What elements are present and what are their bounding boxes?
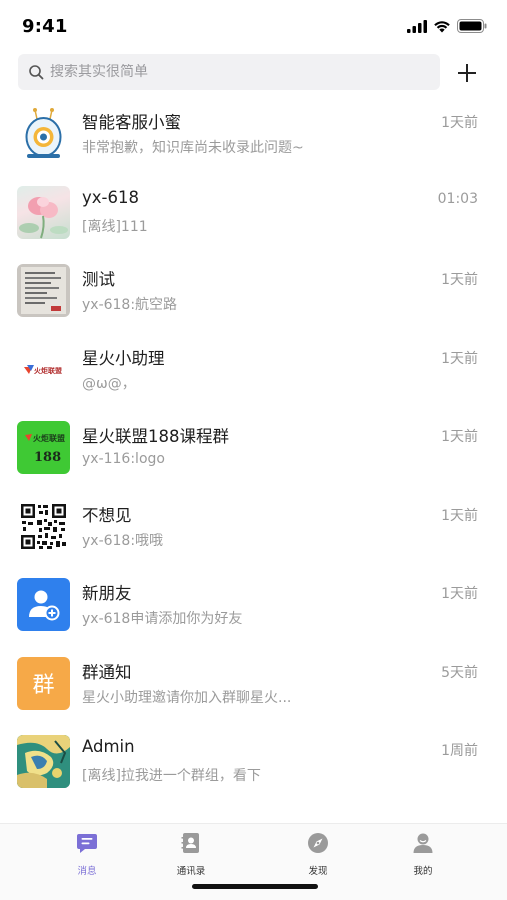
conversation-title: 星火联盟188课程群 (82, 427, 229, 446)
conversation-title: 不想见 (82, 505, 132, 525)
conversation-title: 新朋友 (82, 584, 132, 603)
search-row (0, 54, 507, 90)
search-input[interactable] (50, 64, 420, 80)
svg-text:火炬联盟: 火炬联盟 (33, 433, 65, 443)
conversation-time: 1天前 (441, 586, 478, 602)
conversation-item[interactable]: 不想见 yx-618:哦哦 1天前 (0, 485, 507, 564)
conversation-title: yx-618 (82, 187, 139, 207)
tab-profile[interactable]: 我的 (393, 832, 453, 877)
robot-avatar (17, 107, 70, 160)
logo-avatar: 火炬联盟 (17, 342, 70, 396)
search-box[interactable] (18, 54, 440, 90)
svg-text:188: 188 (34, 450, 61, 465)
conversation-time: 1天前 (441, 507, 478, 524)
conversation-time: 1天前 (441, 272, 478, 288)
contacts-icon (181, 833, 199, 853)
group-notice-icon: 群 (17, 656, 70, 710)
compass-icon (308, 833, 328, 853)
status-time: 9:41 (22, 16, 68, 37)
conversation-title: 测试 (82, 270, 115, 289)
conversation-preview: 非常抱歉，知识库尚未收录此问题~ (82, 140, 304, 156)
conversation-preview: yx-618:哦哦 (82, 532, 164, 549)
profile-icon (413, 833, 433, 853)
add-button[interactable] (452, 58, 482, 88)
wifi-icon (434, 20, 450, 32)
tab-label: 我的 (413, 866, 433, 877)
conversation-preview: 星火小助理邀请你加入群聊星火... (82, 689, 292, 706)
conversation-item[interactable]: yx-618 [离线]111 01:03 (0, 171, 507, 250)
qr-code-avatar (17, 499, 70, 553)
document-photo-avatar (17, 264, 70, 317)
chat-icon (77, 834, 97, 853)
signal-icon (407, 19, 427, 33)
conversation-item[interactable]: Admin [离线]拉我进一个群组，看下 1周前 (0, 720, 507, 799)
tab-messages[interactable]: 消息 (57, 832, 117, 877)
tab-label: 通讯录 (176, 866, 206, 877)
conversation-time: 1周前 (441, 743, 478, 759)
plus-icon (458, 64, 476, 82)
conversation-time: 1天前 (441, 115, 478, 131)
conversation-item[interactable]: 测试 yx-618:航空路 1天前 (0, 249, 507, 328)
painting-avatar (17, 735, 70, 788)
group-logo-avatar: 火炬联盟 188 (17, 421, 70, 474)
tab-contacts[interactable]: 通讯录 (161, 832, 221, 877)
tab-discover[interactable]: 发现 (288, 832, 348, 877)
group-notice-label: 群 (32, 673, 55, 698)
conversation-item[interactable]: 新朋友 yx-618申请添加你为好友 1天前 (0, 563, 507, 642)
conversation-time: 1天前 (441, 350, 478, 367)
conversation-preview: [离线]111 (82, 218, 148, 235)
flower-photo-avatar (17, 185, 70, 239)
conversation-item[interactable]: 火炬联盟 星火小助理 @ω@， 1天前 (0, 328, 507, 407)
svg-text:火炬联盟: 火炬联盟 (34, 366, 62, 375)
conversation-time: 5天前 (441, 664, 478, 681)
conversation-time: 01:03 (437, 190, 478, 207)
conversation-preview: [离线]拉我进一个群组，看下 (82, 768, 261, 784)
tab-label: 消息 (77, 866, 97, 877)
search-icon (29, 65, 44, 80)
conversation-title: 群通知 (82, 662, 132, 682)
status-icons (407, 19, 487, 33)
conversation-preview: @ω@， (82, 375, 136, 392)
battery-icon (457, 19, 487, 33)
conversation-preview: yx-618:航空路 (82, 297, 178, 313)
add-friend-icon (17, 578, 70, 631)
conversation-preview: yx-618申请添加你为好友 (82, 611, 243, 627)
conversation-title: 智能客服小蜜 (82, 113, 181, 132)
tab-label: 发现 (308, 866, 328, 877)
home-indicator (192, 884, 318, 889)
conversation-item[interactable]: 群 群通知 星火小助理邀请你加入群聊星火... 5天前 (0, 642, 507, 721)
conversation-item[interactable]: 智能客服小蜜 非常抱歉，知识库尚未收录此问题~ 1天前 (0, 92, 507, 171)
conversation-time: 1天前 (441, 429, 478, 445)
conversation-title: Admin (82, 737, 135, 756)
conversation-item[interactable]: 火炬联盟 188 星火联盟188课程群 yx-116:logo 1天前 (0, 406, 507, 485)
conversation-title: 星火小助理 (82, 348, 165, 368)
conversation-preview: yx-116:logo (82, 451, 165, 467)
status-bar: 9:41 (0, 0, 507, 50)
conversation-list: 智能客服小蜜 非常抱歉，知识库尚未收录此问题~ 1天前 yx-618 [离线]1… (0, 92, 507, 799)
